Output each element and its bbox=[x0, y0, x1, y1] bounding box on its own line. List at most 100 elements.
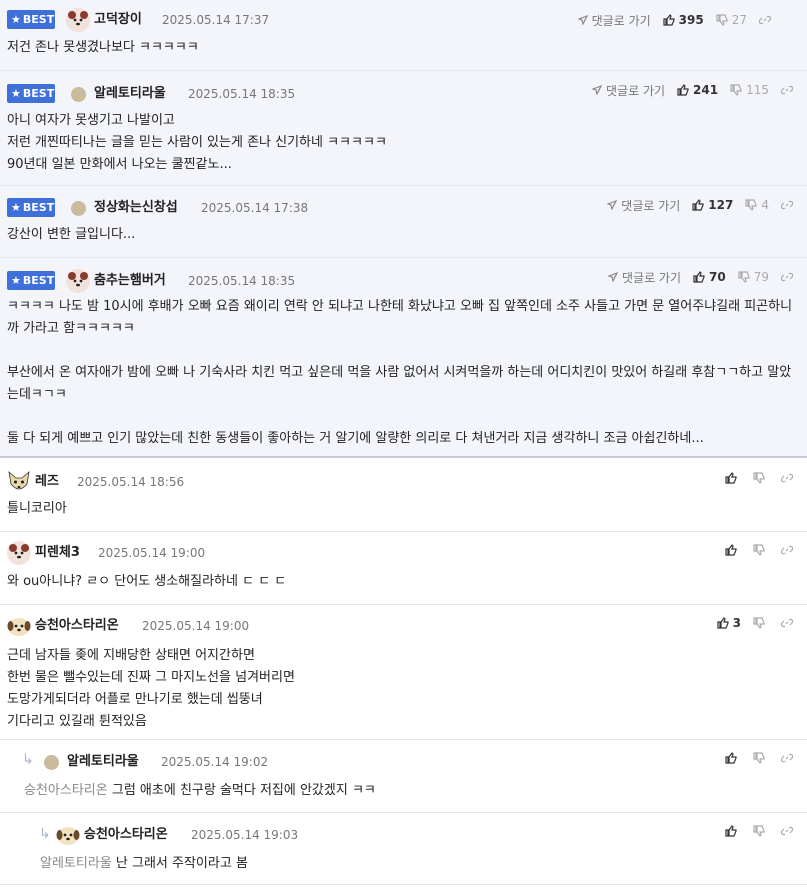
comment-author[interactable]: 정상화는신창섭 bbox=[94, 198, 178, 218]
downvote-button[interactable]: 4 bbox=[745, 198, 769, 212]
reply-link[interactable]: 댓글로 가기 bbox=[577, 12, 651, 29]
link-icon[interactable] bbox=[781, 472, 797, 484]
comment-author[interactable]: 승천아스타리온 bbox=[35, 616, 119, 636]
reply-link[interactable]: 댓글로 가기 bbox=[608, 269, 681, 286]
downvote-button[interactable]: 115 bbox=[730, 83, 769, 97]
comment-author[interactable]: 레즈 bbox=[35, 472, 59, 492]
comment-body: 아니 여자가 못생기고 나발이고 저런 개찐따티나는 글을 믿는 사람이 있는게… bbox=[7, 113, 387, 172]
comment-body: 와 ou아니냐? ㄹㅇ 단어도 생소해질라하네 ㄷ ㄷ ㄷ bbox=[7, 574, 287, 589]
link-icon[interactable] bbox=[781, 271, 797, 283]
avatar[interactable] bbox=[71, 201, 86, 216]
best-badge: ★ BEST bbox=[7, 84, 55, 103]
comment-author[interactable]: 알레토티라울 bbox=[67, 752, 139, 772]
mention-link[interactable]: 알레토티라울 bbox=[40, 856, 112, 871]
comment-body: 근데 남자들 좆에 지배당한 상태면 어지간하면 한번 물은 뺄수있는데 진짜 … bbox=[7, 648, 295, 729]
thumbs-down-icon bbox=[753, 752, 765, 764]
comment-item: ↳ 승천아스타리온 2025.05.14 19:03 알레토티라울 난 그래서 … bbox=[0, 813, 807, 885]
thumbs-down-icon bbox=[745, 199, 757, 211]
comment-body: 강산이 변한 글입니다... bbox=[7, 227, 136, 242]
comment-author[interactable]: 춤추는햄버거 bbox=[94, 271, 166, 291]
star-icon: ★ bbox=[11, 274, 21, 287]
comment-item: 승천아스타리온 2025.05.14 19:00 3 근데 남자들 좆에 지배당… bbox=[0, 605, 807, 740]
downvote-button[interactable] bbox=[753, 825, 769, 837]
star-icon: ★ bbox=[11, 13, 21, 26]
upvote-button[interactable]: 241 bbox=[677, 83, 718, 97]
link-icon[interactable] bbox=[781, 84, 797, 96]
avatar[interactable] bbox=[66, 8, 90, 32]
avatar[interactable] bbox=[56, 823, 80, 847]
send-icon bbox=[607, 200, 618, 210]
send-icon bbox=[577, 15, 588, 25]
reply-link[interactable]: 댓글로 가기 bbox=[607, 197, 680, 214]
upvote-button[interactable] bbox=[725, 472, 741, 484]
best-badge: ★ BEST bbox=[7, 198, 55, 217]
comment-date: 2025.05.14 19:00 bbox=[142, 619, 250, 633]
comment-author[interactable]: 피렌체3 bbox=[35, 543, 80, 563]
comment-date: 2025.05.14 17:38 bbox=[201, 201, 309, 215]
thumbs-down-icon bbox=[753, 544, 765, 556]
thumbs-down-icon bbox=[753, 825, 765, 837]
comment-author[interactable]: 고덕장이 bbox=[94, 10, 142, 30]
comment-item: ★ BEST 춤추는햄버거 2025.05.14 18:35 댓글로 가기 70 … bbox=[0, 258, 807, 458]
thumbs-down-icon bbox=[753, 472, 765, 484]
comment-item: ★ BEST 알레토티라울 2025.05.14 18:35 댓글로 가기 241… bbox=[0, 71, 807, 186]
upvote-button[interactable]: 395 bbox=[663, 13, 704, 27]
comment-author[interactable]: 승천아스타리온 bbox=[84, 825, 168, 845]
star-icon: ★ bbox=[11, 87, 21, 100]
comment-item: 피렌체3 2025.05.14 19:00 와 ou아니냐? ㄹㅇ 단어도 생소… bbox=[0, 532, 807, 605]
upvote-button[interactable]: 127 bbox=[692, 198, 733, 212]
best-badge: ★ BEST bbox=[7, 271, 55, 290]
downvote-button[interactable]: 79 bbox=[738, 270, 769, 284]
thumbs-down-icon bbox=[753, 617, 765, 629]
downvote-button[interactable] bbox=[753, 752, 769, 764]
thumbs-up-icon bbox=[725, 544, 737, 556]
link-icon[interactable] bbox=[781, 199, 797, 211]
upvote-button[interactable] bbox=[725, 752, 741, 764]
comment-author[interactable]: 알레토티라울 bbox=[94, 84, 166, 104]
comment-date: 2025.05.14 19:03 bbox=[191, 828, 299, 842]
reply-link[interactable]: 댓글로 가기 bbox=[592, 82, 665, 99]
comment-item: ↳ 알레토티라울 2025.05.14 19:02 승천아스타리온 그럼 애초에… bbox=[0, 740, 807, 813]
comment-date: 2025.05.14 19:02 bbox=[161, 755, 269, 769]
upvote-button[interactable]: 3 bbox=[717, 616, 741, 630]
send-icon bbox=[608, 272, 618, 282]
comment-body: 승천아스타리온 그럼 애초에 친구랑 술먹다 저집에 안갔겠지 ㅋㅋ bbox=[24, 783, 376, 798]
thumbs-up-icon bbox=[725, 472, 737, 484]
avatar[interactable] bbox=[66, 269, 90, 293]
downvote-button[interactable] bbox=[753, 544, 769, 556]
comment-date: 2025.05.14 19:00 bbox=[98, 546, 206, 560]
thumbs-down-icon bbox=[738, 271, 750, 283]
link-icon[interactable] bbox=[781, 752, 797, 764]
avatar[interactable] bbox=[7, 541, 31, 565]
link-icon[interactable] bbox=[781, 617, 797, 629]
avatar[interactable] bbox=[7, 614, 31, 638]
link-icon[interactable] bbox=[781, 825, 797, 837]
avatar[interactable] bbox=[7, 470, 31, 494]
comment-item: ★ BEST 정상화는신창섭 2025.05.14 17:38 댓글로 가기 12… bbox=[0, 186, 807, 258]
avatar[interactable] bbox=[44, 755, 59, 770]
avatar[interactable] bbox=[71, 87, 86, 102]
comment-date: 2025.05.14 18:35 bbox=[188, 87, 296, 101]
mention-link[interactable]: 승천아스타리온 bbox=[24, 783, 108, 798]
upvote-button[interactable]: 70 bbox=[693, 270, 726, 284]
upvote-button[interactable] bbox=[725, 544, 741, 556]
star-icon: ★ bbox=[11, 201, 21, 214]
comment-date: 2025.05.14 18:56 bbox=[77, 475, 185, 489]
thumbs-up-icon bbox=[692, 199, 704, 211]
upvote-button[interactable] bbox=[725, 825, 741, 837]
downvote-button[interactable]: 27 bbox=[716, 13, 747, 27]
comment-item: 레즈 2025.05.14 18:56 틀니코리아 bbox=[0, 460, 807, 532]
comment-body: 틀니코리아 bbox=[7, 501, 67, 516]
link-icon[interactable] bbox=[781, 544, 797, 556]
downvote-button[interactable] bbox=[753, 472, 769, 484]
link-icon[interactable] bbox=[759, 14, 775, 26]
comment-body: 저건 존나 못생겼나보다 ㅋㅋㅋㅋㅋ bbox=[7, 40, 199, 55]
comment-body: ㅋㅋㅋㅋ 나도 밤 10시에 후배가 오빠 요즘 왜이리 연락 안 되냐고 나한… bbox=[7, 299, 793, 446]
comment-date: 2025.05.14 17:37 bbox=[162, 13, 270, 27]
thumbs-up-icon bbox=[693, 271, 705, 283]
thumbs-up-icon bbox=[725, 752, 737, 764]
best-badge: ★ BEST bbox=[7, 10, 55, 29]
downvote-button[interactable] bbox=[753, 617, 769, 629]
comment-date: 2025.05.14 18:35 bbox=[188, 274, 296, 288]
thumbs-down-icon bbox=[730, 84, 742, 96]
